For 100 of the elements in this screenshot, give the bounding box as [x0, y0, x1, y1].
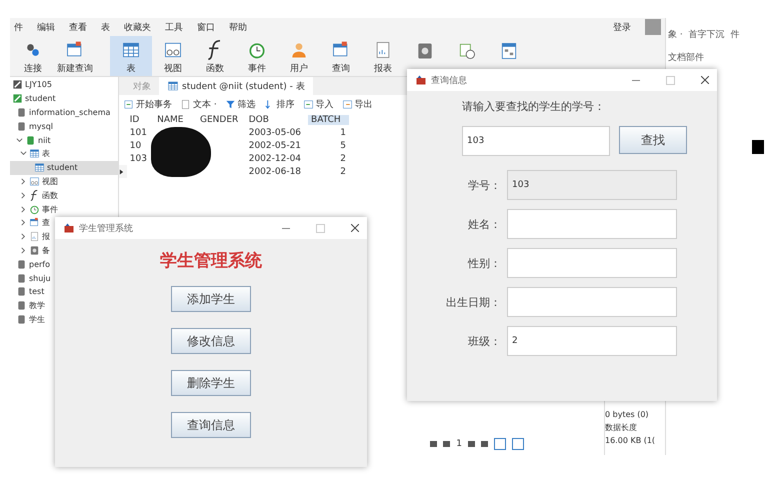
database-icon [16, 300, 27, 312]
menu-item[interactable]: 查看 [69, 20, 87, 34]
table-cell[interactable]: 2002-06-18 [246, 166, 308, 176]
toolbar-button[interactable]: 新建查询 [54, 36, 96, 76]
menu-item[interactable]: 编辑 [37, 20, 55, 34]
tree-item[interactable]: 视图 [10, 174, 60, 188]
tree-item[interactable]: student [10, 160, 118, 175]
clock-icon [29, 204, 40, 215]
table-cell[interactable]: 101 [126, 128, 154, 138]
tree-item[interactable]: information_schema [10, 106, 112, 120]
toolbar-button[interactable]: 表 [110, 36, 152, 76]
table-cell[interactable]: 2002-05-21 [246, 140, 308, 150]
field-label: 班级： [467, 334, 502, 348]
menu-item[interactable]: 表 [101, 20, 110, 34]
table-cell[interactable]: 2 [308, 166, 349, 176]
column-header[interactable]: NAME [154, 114, 198, 124]
page-number-field[interactable]: 1 [456, 439, 462, 449]
table-cell[interactable]: 2 [308, 154, 349, 164]
input-field[interactable] [507, 209, 677, 239]
toolbar-button[interactable]: 查询 [320, 36, 362, 76]
database-icon [16, 120, 27, 132]
table-cell[interactable]: 1 [308, 128, 349, 138]
toolbar-button[interactable]: 报表 [362, 36, 404, 76]
table-toolbar-button[interactable]: 导出 [342, 98, 373, 110]
ribbon-item[interactable]: 象 · [668, 28, 683, 41]
redaction-scribble [151, 127, 211, 177]
tree-item[interactable]: test [10, 284, 46, 299]
input-field[interactable]: 2 [507, 326, 677, 356]
menu-button[interactable]: 修改信息 [171, 328, 251, 354]
toolbar-button[interactable]: 函数 [194, 36, 236, 76]
ribbon-item[interactable]: 件 [730, 28, 740, 41]
tree-item[interactable]: mysql [10, 119, 55, 134]
grid-view-icon[interactable] [494, 438, 506, 450]
table-cell[interactable]: 2003-05-06 [246, 128, 308, 138]
tree-item[interactable]: 表 [10, 146, 52, 161]
menu-item[interactable]: 工具 [165, 20, 183, 34]
database-icon [16, 314, 27, 325]
menu-item[interactable]: 件 [14, 20, 23, 34]
column-header[interactable]: ID [126, 114, 154, 124]
database-icon [16, 258, 27, 270]
menu-button[interactable]: 删除学生 [171, 370, 251, 396]
filter-icon [224, 98, 236, 110]
input-field[interactable] [507, 287, 677, 317]
table-cell[interactable]: 2002-12-04 [246, 154, 308, 164]
input-field: 103 [507, 170, 677, 200]
search-button[interactable]: 查找 [619, 126, 687, 154]
close-icon[interactable] [351, 224, 359, 232]
ribbon-item[interactable]: 文档部件 [668, 51, 704, 64]
menu-item[interactable]: 帮助 [229, 20, 247, 34]
import-icon [302, 98, 314, 110]
table-toolbar-button[interactable]: 筛选 [224, 98, 256, 110]
close-icon[interactable] [701, 76, 709, 84]
column-header[interactable]: BATCH [308, 114, 349, 124]
database-icon [25, 134, 36, 146]
table-cell[interactable]: 10 [126, 140, 154, 150]
tree-item[interactable]: 事件 [10, 202, 60, 216]
app-heading: 学生管理系统 [160, 250, 262, 272]
menu-item[interactable]: 窗口 [197, 20, 215, 34]
input-field[interactable] [507, 248, 677, 278]
tree-item[interactable]: perfo [10, 257, 52, 272]
tree-item[interactable]: 查 [10, 216, 52, 230]
menu-button[interactable]: 添加学生 [171, 286, 251, 312]
login-link[interactable]: 登录 [613, 20, 631, 34]
field-label: 学号： [467, 178, 502, 192]
tree-item[interactable]: 备 [10, 244, 52, 258]
ribbon-item[interactable]: 首字下沉 [688, 28, 725, 41]
tree-item[interactable]: 教学 [10, 298, 47, 313]
window-title: 学生管理系统 [79, 222, 133, 234]
tab[interactable]: student @niit (student) - 表 [159, 77, 313, 95]
table-toolbar-button[interactable]: 开始事务 [123, 98, 172, 110]
menu-item[interactable]: 收藏夹 [124, 20, 151, 34]
tree-item[interactable]: 学生 [10, 312, 47, 326]
table-icon [29, 148, 40, 160]
tree-item[interactable]: niit [10, 133, 53, 147]
toolbar-button[interactable]: 用户 [278, 36, 320, 76]
checklist-clock-icon [457, 41, 477, 61]
table-cell[interactable]: 5 [308, 140, 349, 150]
tree-item[interactable]: student [10, 92, 58, 106]
tree-item[interactable]: 函数 [10, 188, 60, 202]
table-toolbar-button[interactable]: 文本 · [180, 98, 217, 110]
table-cell[interactable]: 103 [126, 154, 154, 164]
search-field[interactable]: 103 [462, 126, 610, 156]
tree-item[interactable]: LJY105 [10, 78, 54, 92]
table-toolbar-button[interactable]: 排序 [264, 98, 295, 110]
chart-document-icon [29, 231, 40, 242]
info-text: 16.00 KB (1( [605, 436, 656, 445]
tree-item[interactable]: 报 [10, 230, 52, 244]
column-header[interactable]: GENDER [197, 114, 246, 124]
document-icon [180, 98, 191, 110]
transaction-icon [123, 98, 134, 110]
table-toolbar-button[interactable]: 导入 [302, 98, 334, 110]
toolbar-button[interactable]: 视图 [152, 36, 194, 76]
toolbar-button[interactable]: 事件 [236, 36, 278, 76]
database-icon [16, 286, 27, 298]
form-view-icon[interactable] [512, 438, 524, 450]
toolbar-button[interactable]: 连接 [12, 36, 54, 76]
column-header[interactable]: DOB [246, 114, 308, 124]
glasses-icon [29, 176, 40, 187]
tree-item[interactable]: shuju [10, 271, 53, 285]
menu-button[interactable]: 查询信息 [171, 412, 251, 438]
